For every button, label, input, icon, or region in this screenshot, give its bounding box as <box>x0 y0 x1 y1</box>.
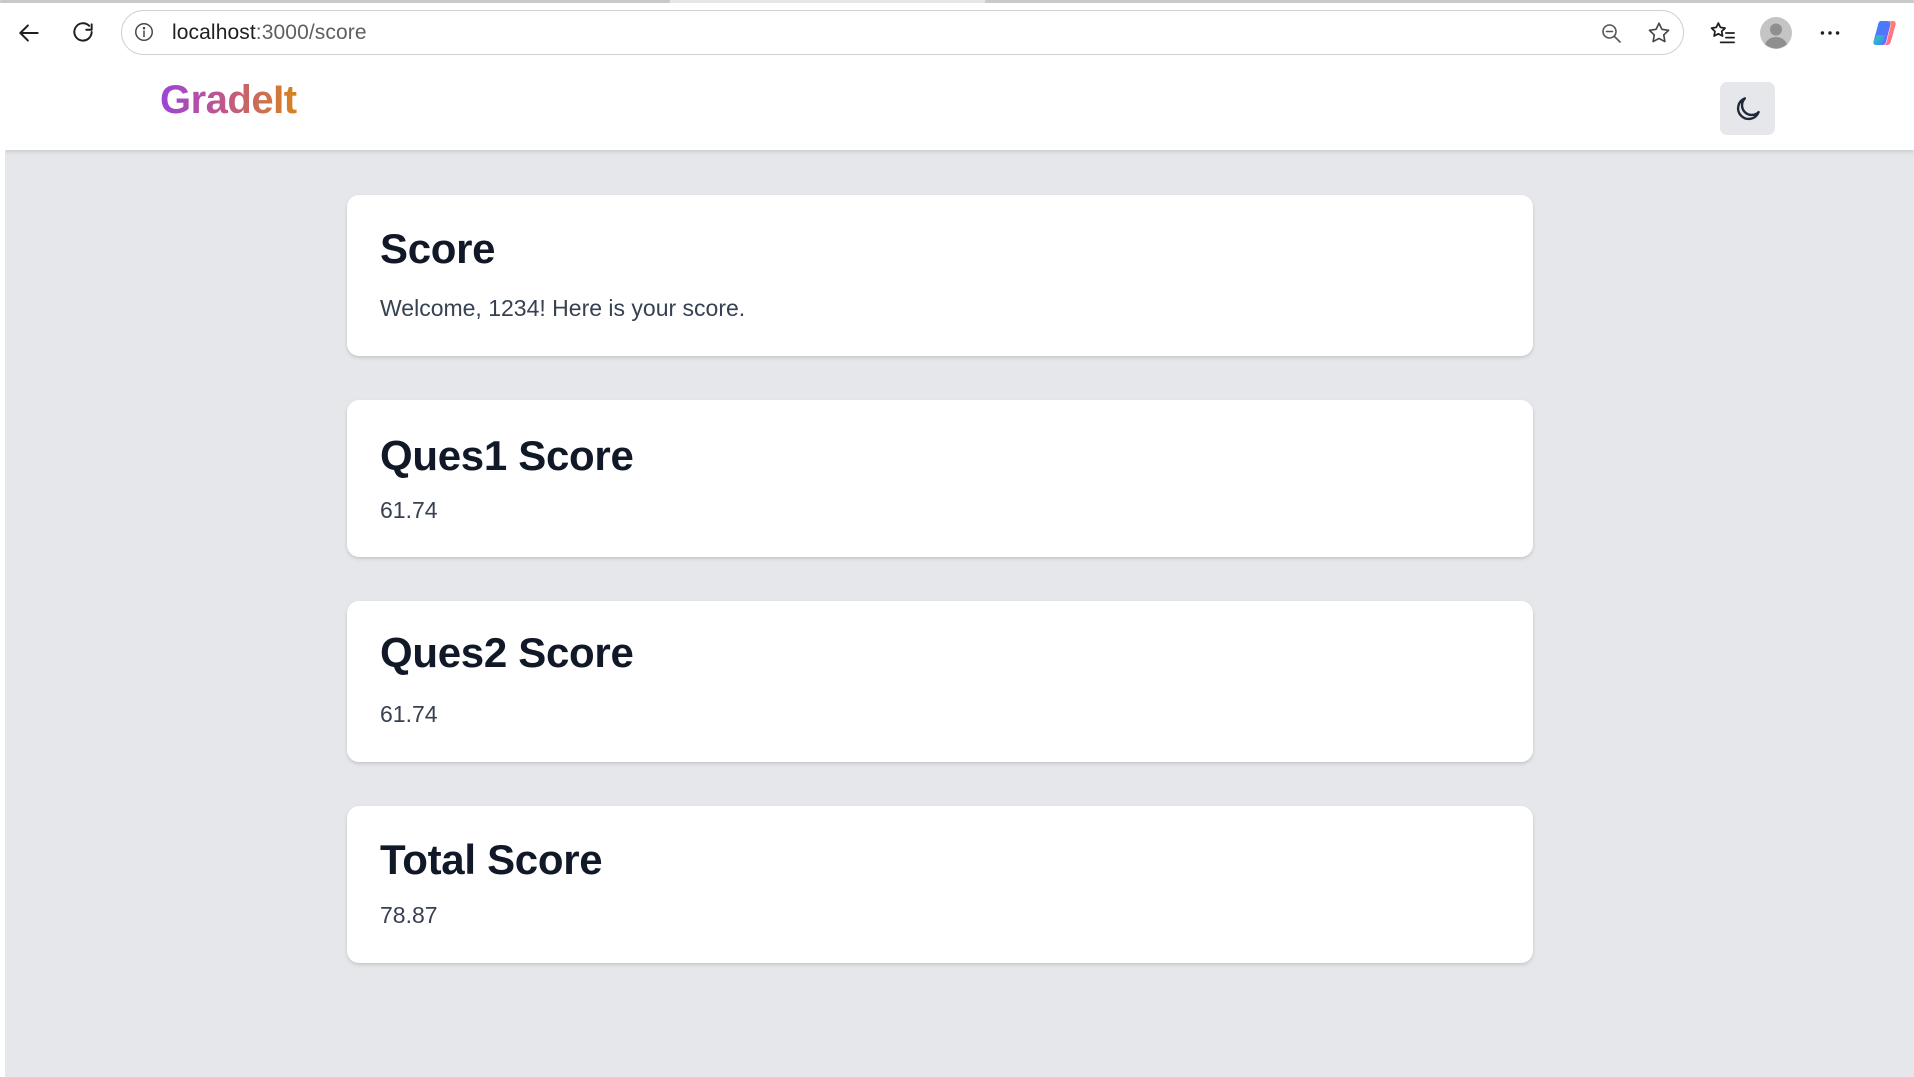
url-host: localhost <box>172 21 256 44</box>
card-title: Total Score <box>380 836 603 883</box>
favorites-list-icon <box>1710 22 1735 44</box>
copilot-icon <box>1873 21 1896 45</box>
card-title: Ques2 Score <box>380 629 634 676</box>
arrow-left-icon <box>19 24 39 42</box>
score-value: 61.74 <box>380 497 438 523</box>
score-value: 61.74 <box>380 701 438 727</box>
moon-icon <box>1736 96 1760 120</box>
more-horizontal-icon <box>1820 31 1840 35</box>
tab-indicator[interactable] <box>0 0 670 3</box>
ques1-score-card: Ques1 Score 61.74 <box>347 400 1533 557</box>
tab-indicator[interactable] <box>985 0 1914 3</box>
zoom-out-icon[interactable] <box>1597 19 1625 47</box>
score-cards: Score Welcome, 1234! Here is your score.… <box>347 195 1533 1007</box>
welcome-text: Welcome, 1234! Here is your score. <box>380 295 746 321</box>
avatar <box>1760 17 1792 49</box>
ques2-score-card: Ques2 Score 61.74 <box>347 601 1533 762</box>
url-path: :3000/score <box>255 21 367 44</box>
site-header: GradeIt <box>5 62 1914 150</box>
back-button[interactable] <box>10 14 48 52</box>
total-score-card: Total Score 78.87 <box>347 806 1533 963</box>
copilot-button[interactable] <box>1866 14 1904 52</box>
page-viewport: GradeIt Score Welcome, 1234! Here is you… <box>5 62 1914 1077</box>
score-card: Score Welcome, 1234! Here is your score. <box>347 195 1533 356</box>
info-icon[interactable] <box>132 20 156 44</box>
favorite-star-icon[interactable] <box>1645 19 1673 47</box>
profile-button[interactable] <box>1757 14 1795 52</box>
brand-logo[interactable]: GradeIt <box>160 78 297 123</box>
refresh-button[interactable] <box>64 14 102 52</box>
browser-chrome: localhost:3000/score <box>0 0 1914 62</box>
tab-strip <box>0 0 1914 3</box>
more-options-button[interactable] <box>1811 14 1849 52</box>
card-title: Ques1 Score <box>380 432 634 479</box>
address-bar[interactable]: localhost:3000/score <box>121 10 1684 55</box>
favorites-button[interactable] <box>1704 14 1742 52</box>
url-text[interactable]: localhost:3000/score <box>172 21 367 45</box>
refresh-icon <box>73 22 93 42</box>
score-value: 78.87 <box>380 902 438 928</box>
theme-toggle-button[interactable] <box>1720 82 1775 135</box>
card-title: Score <box>380 225 496 272</box>
